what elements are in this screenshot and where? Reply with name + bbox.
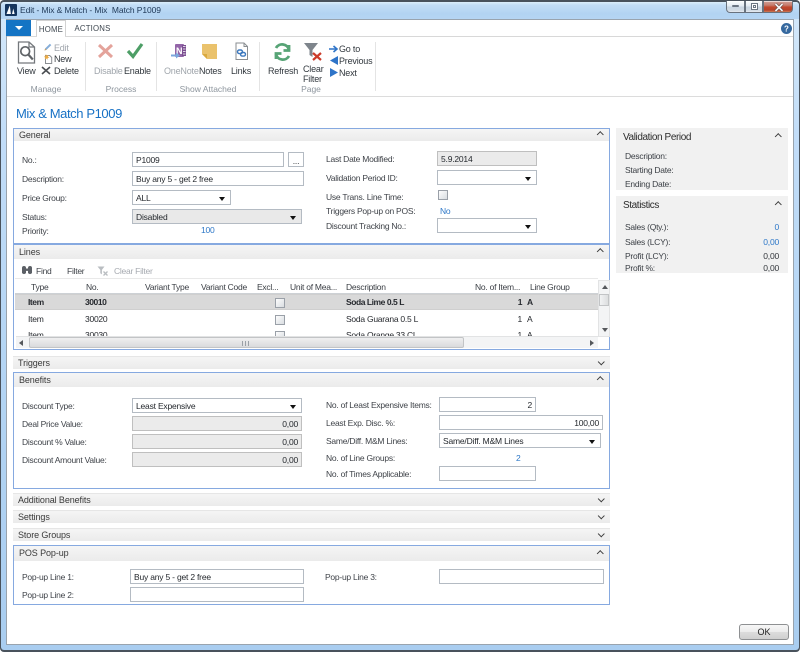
svg-text:?: ? xyxy=(784,24,789,33)
